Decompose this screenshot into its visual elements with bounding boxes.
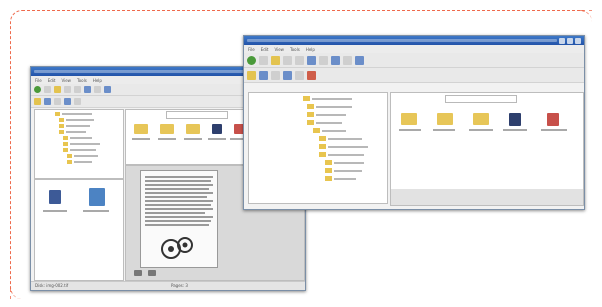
- paste-icon[interactable]: [307, 55, 316, 65]
- folder-tree[interactable]: [248, 92, 388, 204]
- preview-strip: [391, 189, 583, 205]
- scan-icon[interactable]: [44, 98, 51, 105]
- delete-icon[interactable]: [319, 55, 328, 65]
- file-list-pane[interactable]: [390, 92, 584, 206]
- paste-icon[interactable]: [84, 86, 91, 93]
- address-bar[interactable]: [166, 111, 228, 119]
- view-icon[interactable]: [104, 86, 111, 93]
- rotate-icon[interactable]: [283, 70, 292, 80]
- folder-icon[interactable]: [160, 124, 174, 134]
- address-bar[interactable]: [445, 95, 517, 103]
- zoom-icon[interactable]: [295, 70, 304, 80]
- image-file-icon[interactable]: [212, 124, 222, 134]
- cut-icon[interactable]: [64, 86, 71, 93]
- zoom-icon[interactable]: [74, 98, 81, 105]
- thumbnail-pane[interactable]: [34, 179, 124, 281]
- status-left: Disk: img-002.tif: [35, 283, 69, 288]
- folder-icon[interactable]: [186, 124, 200, 134]
- close-icon[interactable]: [575, 37, 581, 44]
- search-icon[interactable]: [343, 55, 352, 65]
- toolbar-2: [244, 68, 584, 83]
- folder-icon[interactable]: [401, 113, 417, 125]
- folder-icon[interactable]: [473, 113, 489, 125]
- menu-help[interactable]: Help: [306, 47, 315, 52]
- title-text: [247, 39, 557, 42]
- thumbnail-icon[interactable]: [89, 188, 105, 206]
- thumbnail-icon[interactable]: [49, 190, 61, 204]
- title-bar: [244, 36, 584, 45]
- title-text: [34, 70, 278, 73]
- delete-icon[interactable]: [94, 86, 101, 93]
- back-icon[interactable]: [34, 86, 41, 93]
- print-icon[interactable]: [271, 70, 280, 80]
- stop-icon[interactable]: [307, 70, 316, 80]
- menu-file[interactable]: File: [248, 47, 255, 52]
- rotate-icon[interactable]: [64, 98, 71, 105]
- document-file-icon[interactable]: [547, 113, 559, 126]
- scan-icon[interactable]: [259, 70, 268, 80]
- open-icon[interactable]: [34, 98, 41, 105]
- forward-icon[interactable]: [44, 86, 51, 93]
- document-page: [140, 170, 218, 268]
- status-right: Pages: 3: [171, 283, 188, 288]
- menu-edit[interactable]: Edit: [48, 78, 56, 83]
- menu-view[interactable]: View: [61, 78, 71, 83]
- forward-icon[interactable]: [259, 55, 268, 65]
- open-icon[interactable]: [247, 70, 256, 80]
- folder-icon[interactable]: [134, 124, 148, 134]
- maximize-icon[interactable]: [567, 37, 573, 44]
- back-icon[interactable]: [247, 55, 256, 65]
- menu-bar: File Edit View Tools Help: [244, 45, 584, 53]
- file-manager-window-front: File Edit View Tools Help: [243, 35, 585, 210]
- minimize-icon[interactable]: [559, 37, 565, 44]
- cut-icon[interactable]: [283, 55, 292, 65]
- page-nav-icon[interactable]: [148, 270, 156, 276]
- copy-icon[interactable]: [295, 55, 304, 65]
- menu-edit[interactable]: Edit: [261, 47, 269, 52]
- print-icon[interactable]: [54, 98, 61, 105]
- settings-icon[interactable]: [355, 55, 364, 65]
- folder-up-icon[interactable]: [54, 86, 61, 93]
- image-file-icon[interactable]: [509, 113, 521, 126]
- folder-up-icon[interactable]: [271, 55, 280, 65]
- menu-view[interactable]: View: [274, 47, 284, 52]
- copy-icon[interactable]: [74, 86, 81, 93]
- status-bar: Disk: img-002.tif Pages: 3: [31, 281, 305, 290]
- toolbar-1: [244, 53, 584, 68]
- menu-file[interactable]: File: [35, 78, 42, 83]
- view-icon[interactable]: [331, 55, 340, 65]
- menu-tools[interactable]: Tools: [290, 47, 300, 52]
- folder-tree[interactable]: [34, 109, 124, 179]
- folder-icon[interactable]: [437, 113, 453, 125]
- diagram-image: [161, 237, 193, 259]
- menu-tools[interactable]: Tools: [77, 78, 87, 83]
- page-nav-icon[interactable]: [134, 270, 142, 276]
- menu-help[interactable]: Help: [93, 78, 102, 83]
